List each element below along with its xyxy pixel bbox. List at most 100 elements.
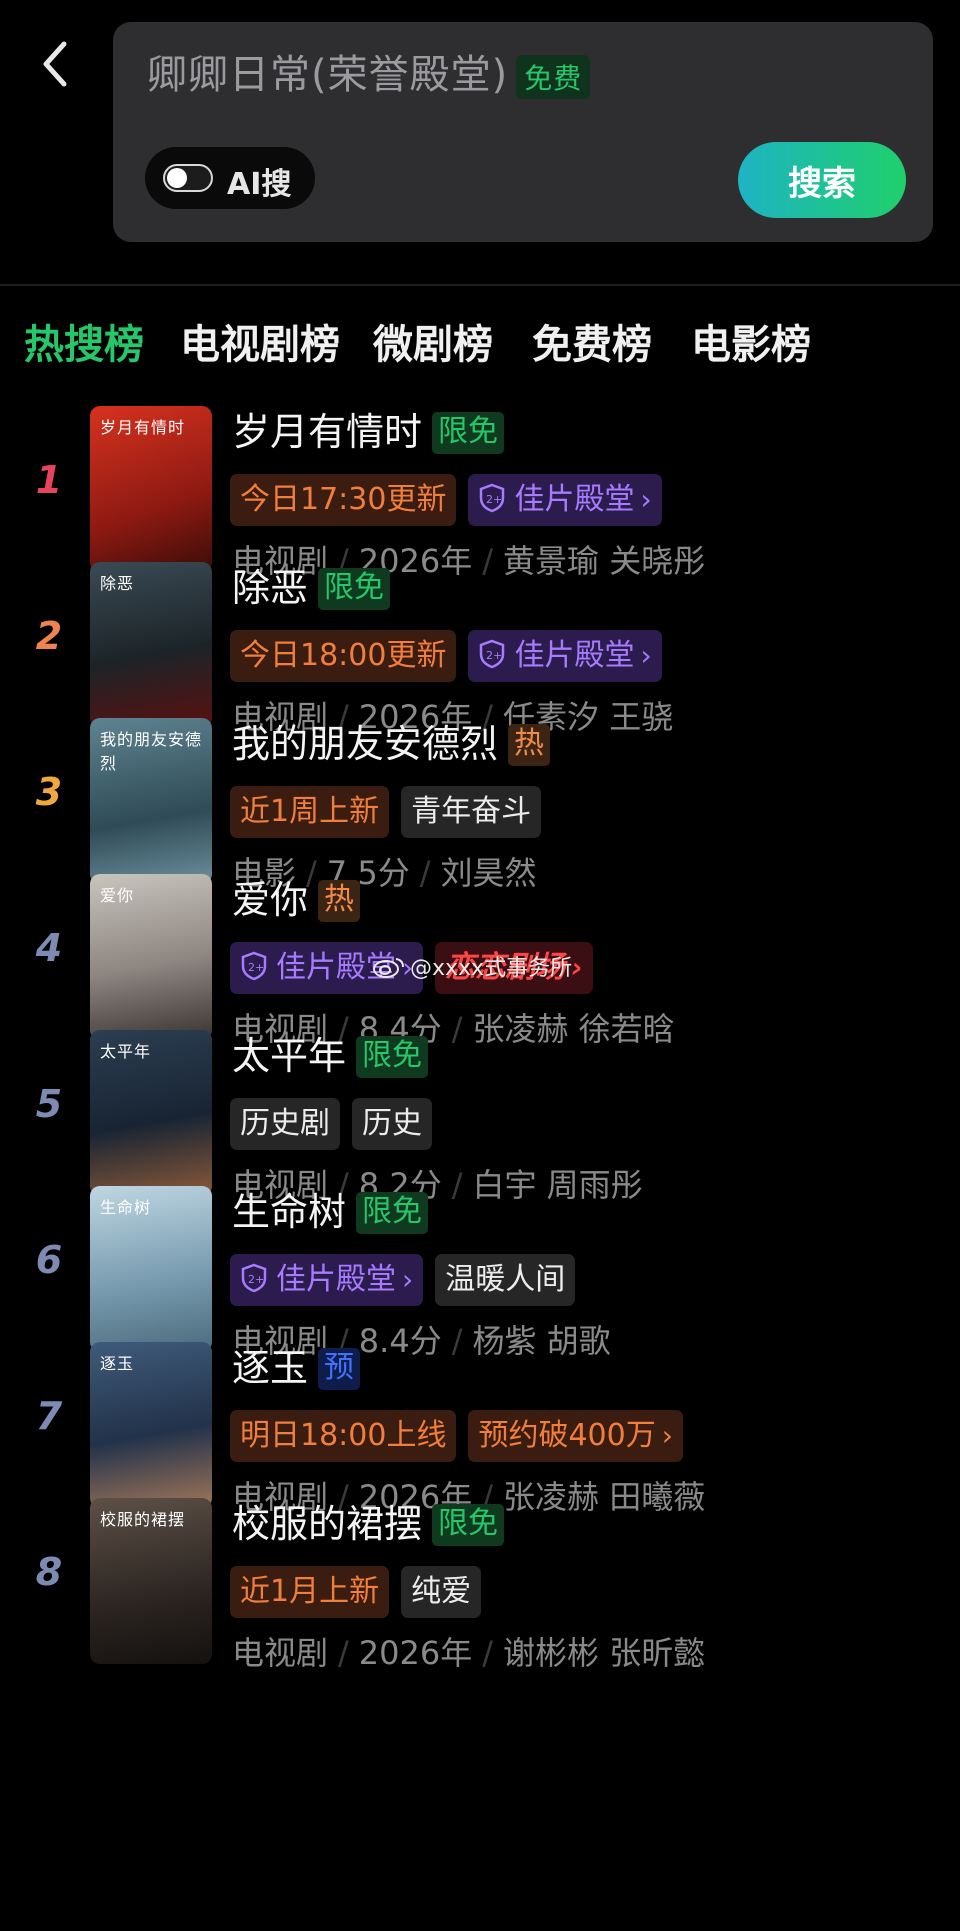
item-title-row: 除恶 限免 (232, 562, 391, 614)
tab-3[interactable]: 免费榜 (532, 312, 652, 370)
tag-label: 近1周上新 (240, 794, 380, 829)
shield-icon: 2+ (480, 483, 505, 513)
tag: 纯爱 (401, 1566, 482, 1618)
tag: 历史 (352, 1098, 432, 1150)
watermark: @xxxx式事务所 (372, 950, 572, 982)
list-item[interactable]: 7 逐玉 逐玉预明日18:00上线 预约破400万 › 电视剧/2026年 / 张凌赫 田曦薇 (0, 1342, 960, 1522)
status-badge: 限免 (318, 568, 391, 610)
tag-label: 佳片殿堂 (514, 482, 635, 517)
tag-row: 近1周上新 青年奋斗 (230, 786, 553, 840)
tag[interactable]: 2+ 佳片殿堂 › (468, 630, 662, 682)
poster-title: 除恶 (100, 574, 135, 593)
tag-row: 今日17:30更新 2+ 佳片殿堂 › (230, 474, 674, 528)
status-badge: 热 (318, 880, 361, 922)
poster-title: 太平年 (100, 1042, 152, 1061)
tab-1[interactable]: 电视剧榜 (180, 312, 340, 370)
item-title-row: 校服的裙摆 限免 (232, 1498, 505, 1550)
search-input[interactable]: 卿卿日常(荣誉殿堂) 免费 (147, 42, 591, 100)
shield-icon: 2+ (241, 1263, 267, 1293)
shield-icon: 2+ (480, 639, 505, 669)
tag-row: 近1月上新 纯爱 (230, 1566, 493, 1620)
tag-label: 明日18:00上线 (240, 1418, 447, 1453)
toggle-switch-icon (163, 164, 213, 192)
item-title-row: 逐玉预 (232, 1342, 361, 1394)
item-title: 太平年 (232, 1034, 347, 1078)
search-button[interactable]: 搜索 (738, 142, 906, 218)
tag[interactable]: 2+ 佳片殿堂 › (468, 474, 662, 526)
list-item[interactable]: 6 生命树 生命树 限免 2+ 佳片殿堂 › 温暖人间 电视剧/8.4分 / 杨紫 胡歌 (0, 1186, 960, 1366)
tag-row: 2+ 佳片殿堂 › 温暖人间 (230, 1254, 587, 1308)
tag-label: 佳片殿堂 (514, 638, 635, 673)
tag: 温暖人间 (435, 1254, 576, 1306)
tag[interactable]: 2+ 佳片殿堂 › (230, 1254, 424, 1306)
poster-title: 校服的裙摆 (100, 1510, 186, 1529)
tab-0[interactable]: 热搜榜 (24, 312, 144, 370)
list-item[interactable]: 3 我的朋友安德烈 我的朋友安德烈热近1周上新 青年奋斗 电影/7.5分 / 刘昊然 (0, 718, 960, 898)
search-box[interactable]: 卿卿日常(荣誉殿堂) 免费 AI搜 搜索 (113, 22, 933, 242)
rank-number: 4 (35, 926, 63, 970)
item-title-row: 生命树 限免 (232, 1186, 429, 1238)
search-query: 卿卿日常(荣誉殿堂) (147, 52, 509, 98)
rank-number: 1 (35, 458, 63, 502)
chevron-left-icon (43, 41, 67, 87)
tag-label: 今日17:30更新 (240, 482, 447, 517)
poster-image[interactable]: 校服的裙摆 (90, 1498, 212, 1664)
item-title: 爱你 (232, 878, 309, 922)
tag: 历史剧 (230, 1098, 340, 1150)
tag: 明日18:00上线 (230, 1410, 457, 1462)
poster-image[interactable]: 岁月有情时 (90, 406, 212, 572)
watermark-text: @xxxx式事务所 (410, 956, 573, 981)
list-item[interactable]: 5 太平年 太平年 限免 历史剧 历史 电视剧/8.2分 / 白宇 周雨彤 (0, 1030, 960, 1210)
svg-text:2+: 2+ (248, 1273, 264, 1286)
status-badge: 限免 (356, 1036, 429, 1078)
tag-label: 温暖人间 (445, 1262, 566, 1297)
chevron-right-icon: › (571, 951, 583, 984)
free-tag: 免费 (516, 55, 591, 99)
meta-field: 电视剧 (232, 1634, 329, 1672)
item-title: 除恶 (232, 566, 309, 610)
svg-text:2+: 2+ (486, 649, 502, 662)
tab-4[interactable]: 电影榜 (691, 312, 811, 370)
poster-image[interactable]: 爱你 (90, 874, 212, 1040)
tag-label: 历史剧 (240, 1106, 330, 1141)
poster-image[interactable]: 太平年 (90, 1030, 212, 1196)
tab-2[interactable]: 微剧榜 (373, 312, 493, 370)
poster-image[interactable]: 我的朋友安德烈 (90, 718, 212, 884)
tag-label: 佳片殿堂 (276, 1262, 396, 1297)
poster-image[interactable]: 生命树 (90, 1186, 212, 1352)
status-badge: 热 (508, 724, 551, 766)
poster-title: 爱你 (100, 886, 135, 905)
list-item[interactable]: 1 岁月有情时 岁月有情时 限免 今日17:30更新 2+ 佳片殿堂 › 电视剧/2026年 / 黄… (0, 406, 960, 586)
rank-number: 5 (35, 1082, 63, 1126)
rank-number: 6 (35, 1238, 63, 1282)
tag-row: 今日18:00更新 2+ 佳片殿堂 › (230, 630, 674, 684)
status-badge: 限免 (432, 412, 505, 454)
tag-label: 历史 (362, 1106, 422, 1141)
shield-icon: 2+ (241, 951, 267, 981)
poster-image[interactable]: 除恶 (90, 562, 212, 728)
ai-search-toggle[interactable]: AI搜 (145, 147, 315, 209)
tag-row: 明日18:00上线 预约破400万 › (230, 1410, 695, 1464)
tag: 青年奋斗 (401, 786, 542, 838)
tag[interactable]: 预约破400万 › (468, 1410, 683, 1462)
item-title: 逐玉 (232, 1346, 309, 1390)
poster-image[interactable]: 逐玉 (90, 1342, 212, 1508)
back-button[interactable] (36, 34, 76, 94)
chevron-right-icon: › (661, 1419, 673, 1452)
meta-field: 2026年 (358, 1634, 473, 1672)
list-item[interactable]: 8 校服的裙摆 校服的裙摆 限免 近1月上新 纯爱 电视剧/2026年 / 谢彬彬 张昕懿 (0, 1498, 960, 1678)
tag: 今日18:00更新 (230, 630, 457, 682)
poster-title: 逐玉 (100, 1354, 135, 1373)
status-badge: 预 (318, 1348, 361, 1390)
tag: 近1月上新 (230, 1566, 390, 1618)
meta-field: 谢彬彬 张昕懿 (503, 1634, 706, 1672)
item-title: 生命树 (232, 1190, 347, 1234)
chevron-right-icon: › (402, 1263, 414, 1296)
tag-label: 近1月上新 (240, 1574, 380, 1609)
item-title-row: 岁月有情时 限免 (232, 406, 505, 458)
chevron-right-icon: › (640, 483, 652, 516)
item-title-row: 爱你热 (232, 874, 361, 926)
svg-text:2+: 2+ (248, 961, 264, 974)
status-badge: 限免 (432, 1504, 505, 1546)
list-item[interactable]: 2 除恶 除恶 限免 今日18:00更新 2+ 佳片殿堂 › 电视剧/2026年 / 任素汐 王骁 (0, 562, 960, 742)
